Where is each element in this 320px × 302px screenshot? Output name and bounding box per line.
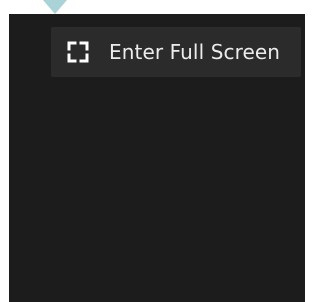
popover-pointer [43,0,67,14]
fullscreen-icon [67,41,89,63]
enter-full-screen-button[interactable]: Enter Full Screen [51,27,301,77]
enter-full-screen-label: Enter Full Screen [109,40,281,64]
